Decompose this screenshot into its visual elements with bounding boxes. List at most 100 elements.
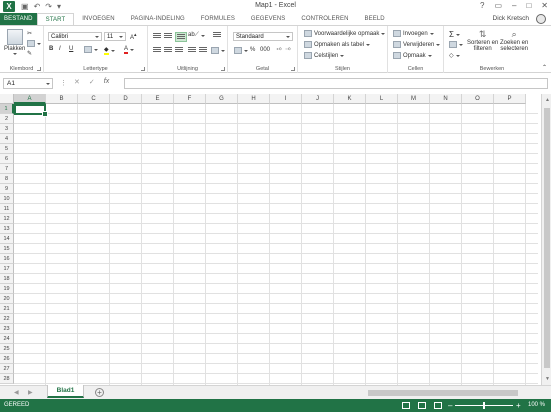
- save-icon[interactable]: ▣: [21, 2, 29, 11]
- underline-button[interactable]: U: [69, 46, 73, 52]
- number-format-select[interactable]: Standaard: [233, 32, 293, 41]
- column-header[interactable]: O: [462, 94, 494, 104]
- format-as-table-button[interactable]: Opmaken als tabel: [304, 41, 371, 48]
- increase-font-button[interactable]: A▴: [130, 32, 137, 41]
- vertical-scroll-thumb[interactable]: [544, 108, 550, 368]
- column-header[interactable]: M: [398, 94, 430, 104]
- tab-page-layout[interactable]: PAGINA-INDELING: [123, 13, 193, 25]
- delete-cells-button[interactable]: Verwijderen: [393, 41, 441, 48]
- row-header[interactable]: 12: [0, 214, 14, 224]
- row-header[interactable]: 6: [0, 154, 14, 164]
- merge-center-button[interactable]: [211, 47, 225, 54]
- maximize-icon[interactable]: □: [526, 1, 531, 10]
- percent-button[interactable]: %: [250, 47, 255, 53]
- zoom-in-icon[interactable]: +: [516, 401, 521, 410]
- cut-button[interactable]: ✂: [27, 30, 32, 37]
- row-header[interactable]: 9: [0, 184, 14, 194]
- help-icon[interactable]: ?: [480, 1, 484, 10]
- column-header[interactable]: G: [206, 94, 238, 104]
- align-right-button[interactable]: [175, 47, 183, 53]
- row-header[interactable]: 14: [0, 234, 14, 244]
- align-left-button[interactable]: [153, 47, 161, 53]
- column-header[interactable]: A: [14, 94, 46, 104]
- zoom-slider[interactable]: [455, 402, 513, 409]
- column-header[interactable]: F: [174, 94, 206, 104]
- row-header[interactable]: 21: [0, 304, 14, 314]
- clear-button[interactable]: ◇: [449, 52, 460, 59]
- column-header[interactable]: C: [78, 94, 110, 104]
- column-header[interactable]: N: [430, 94, 462, 104]
- row-header[interactable]: 24: [0, 334, 14, 344]
- row-header[interactable]: 4: [0, 134, 14, 144]
- column-header[interactable]: J: [302, 94, 334, 104]
- font-name-select[interactable]: Calibri: [48, 32, 102, 41]
- name-box[interactable]: A1: [3, 78, 53, 89]
- formula-input[interactable]: [124, 78, 548, 89]
- fill-color-button[interactable]: ◆: [104, 46, 115, 55]
- thousands-button[interactable]: 000: [260, 47, 270, 53]
- row-header[interactable]: 13: [0, 224, 14, 234]
- minimize-icon[interactable]: –: [512, 1, 516, 10]
- select-all-corner[interactable]: [0, 94, 14, 104]
- tab-insert[interactable]: INVOEGEN: [74, 13, 122, 25]
- tab-review[interactable]: CONTROLEREN: [293, 13, 356, 25]
- zoom-slider-knob[interactable]: [483, 402, 485, 409]
- font-color-button[interactable]: A: [124, 46, 135, 54]
- column-header[interactable]: D: [110, 94, 142, 104]
- tab-formulas[interactable]: FORMULES: [193, 13, 243, 25]
- row-header[interactable]: 7: [0, 164, 14, 174]
- copy-button[interactable]: [27, 40, 41, 47]
- row-header[interactable]: 19: [0, 284, 14, 294]
- decrease-decimal-button[interactable]: ⁻⁰: [285, 47, 291, 54]
- row-header[interactable]: 16: [0, 254, 14, 264]
- redo-icon[interactable]: ↷: [45, 2, 52, 11]
- bold-button[interactable]: B: [49, 46, 53, 52]
- scroll-up-icon[interactable]: ▲: [545, 97, 550, 103]
- column-header[interactable]: P: [494, 94, 526, 104]
- italic-button[interactable]: I: [59, 46, 61, 52]
- row-header[interactable]: 26: [0, 354, 14, 364]
- horizontal-scrollbar[interactable]: [360, 389, 540, 397]
- font-launcher-icon[interactable]: [141, 67, 145, 71]
- autosum-button[interactable]: Σ: [449, 30, 460, 39]
- sort-filter-button[interactable]: ⇅ Sorteren en filteren: [467, 29, 498, 52]
- row-header[interactable]: 15: [0, 244, 14, 254]
- insert-function-icon[interactable]: fx: [104, 78, 109, 86]
- increase-indent-button[interactable]: [199, 47, 207, 53]
- next-sheet-icon[interactable]: ▶: [28, 389, 33, 396]
- row-header[interactable]: 3: [0, 124, 14, 134]
- user-name[interactable]: Dick Kretsch: [493, 15, 529, 22]
- column-header[interactable]: I: [270, 94, 302, 104]
- clipboard-launcher-icon[interactable]: [37, 67, 41, 71]
- add-sheet-button[interactable]: +: [95, 388, 104, 397]
- customize-qat-icon[interactable]: ▾: [57, 2, 61, 11]
- tab-data[interactable]: GEGEVENS: [243, 13, 293, 25]
- format-cells-button[interactable]: Opmaak: [393, 52, 432, 59]
- sheet-tab-blad1[interactable]: Blad1: [47, 385, 84, 398]
- wrap-text-button[interactable]: [213, 32, 221, 38]
- cancel-entry-icon[interactable]: ✕: [74, 78, 80, 86]
- align-top-button[interactable]: [153, 33, 161, 39]
- ribbon-display-icon[interactable]: ▭: [494, 1, 502, 10]
- scroll-down-icon[interactable]: ▼: [545, 376, 550, 382]
- worksheet-grid[interactable]: ABCDEFGHIJKLMNOP 1 2 3 4 5 6 7 8 9 10 11 12 13 14 15 16…: [0, 94, 551, 385]
- decrease-indent-button[interactable]: [188, 47, 196, 53]
- vertical-scrollbar[interactable]: ▲ ▼: [541, 94, 551, 385]
- row-header[interactable]: 10: [0, 194, 14, 204]
- horizontal-scroll-thumb[interactable]: [368, 390, 518, 396]
- page-layout-view-icon[interactable]: [418, 402, 426, 409]
- column-header[interactable]: B: [46, 94, 78, 104]
- cell-area[interactable]: [14, 104, 538, 385]
- row-header[interactable]: 28: [0, 374, 14, 384]
- row-header[interactable]: 2: [0, 114, 14, 124]
- format-painter-button[interactable]: ✎: [27, 50, 32, 57]
- close-icon[interactable]: ✕: [541, 1, 548, 10]
- conditional-formatting-button[interactable]: Voorwaardelijke opmaak: [304, 30, 386, 37]
- page-break-view-icon[interactable]: [434, 402, 442, 409]
- row-header[interactable]: 8: [0, 174, 14, 184]
- fill-button[interactable]: [449, 41, 463, 48]
- currency-button[interactable]: [234, 47, 248, 54]
- borders-button[interactable]: [84, 46, 98, 53]
- alignment-launcher-icon[interactable]: [221, 67, 225, 71]
- tab-start[interactable]: START: [36, 13, 75, 25]
